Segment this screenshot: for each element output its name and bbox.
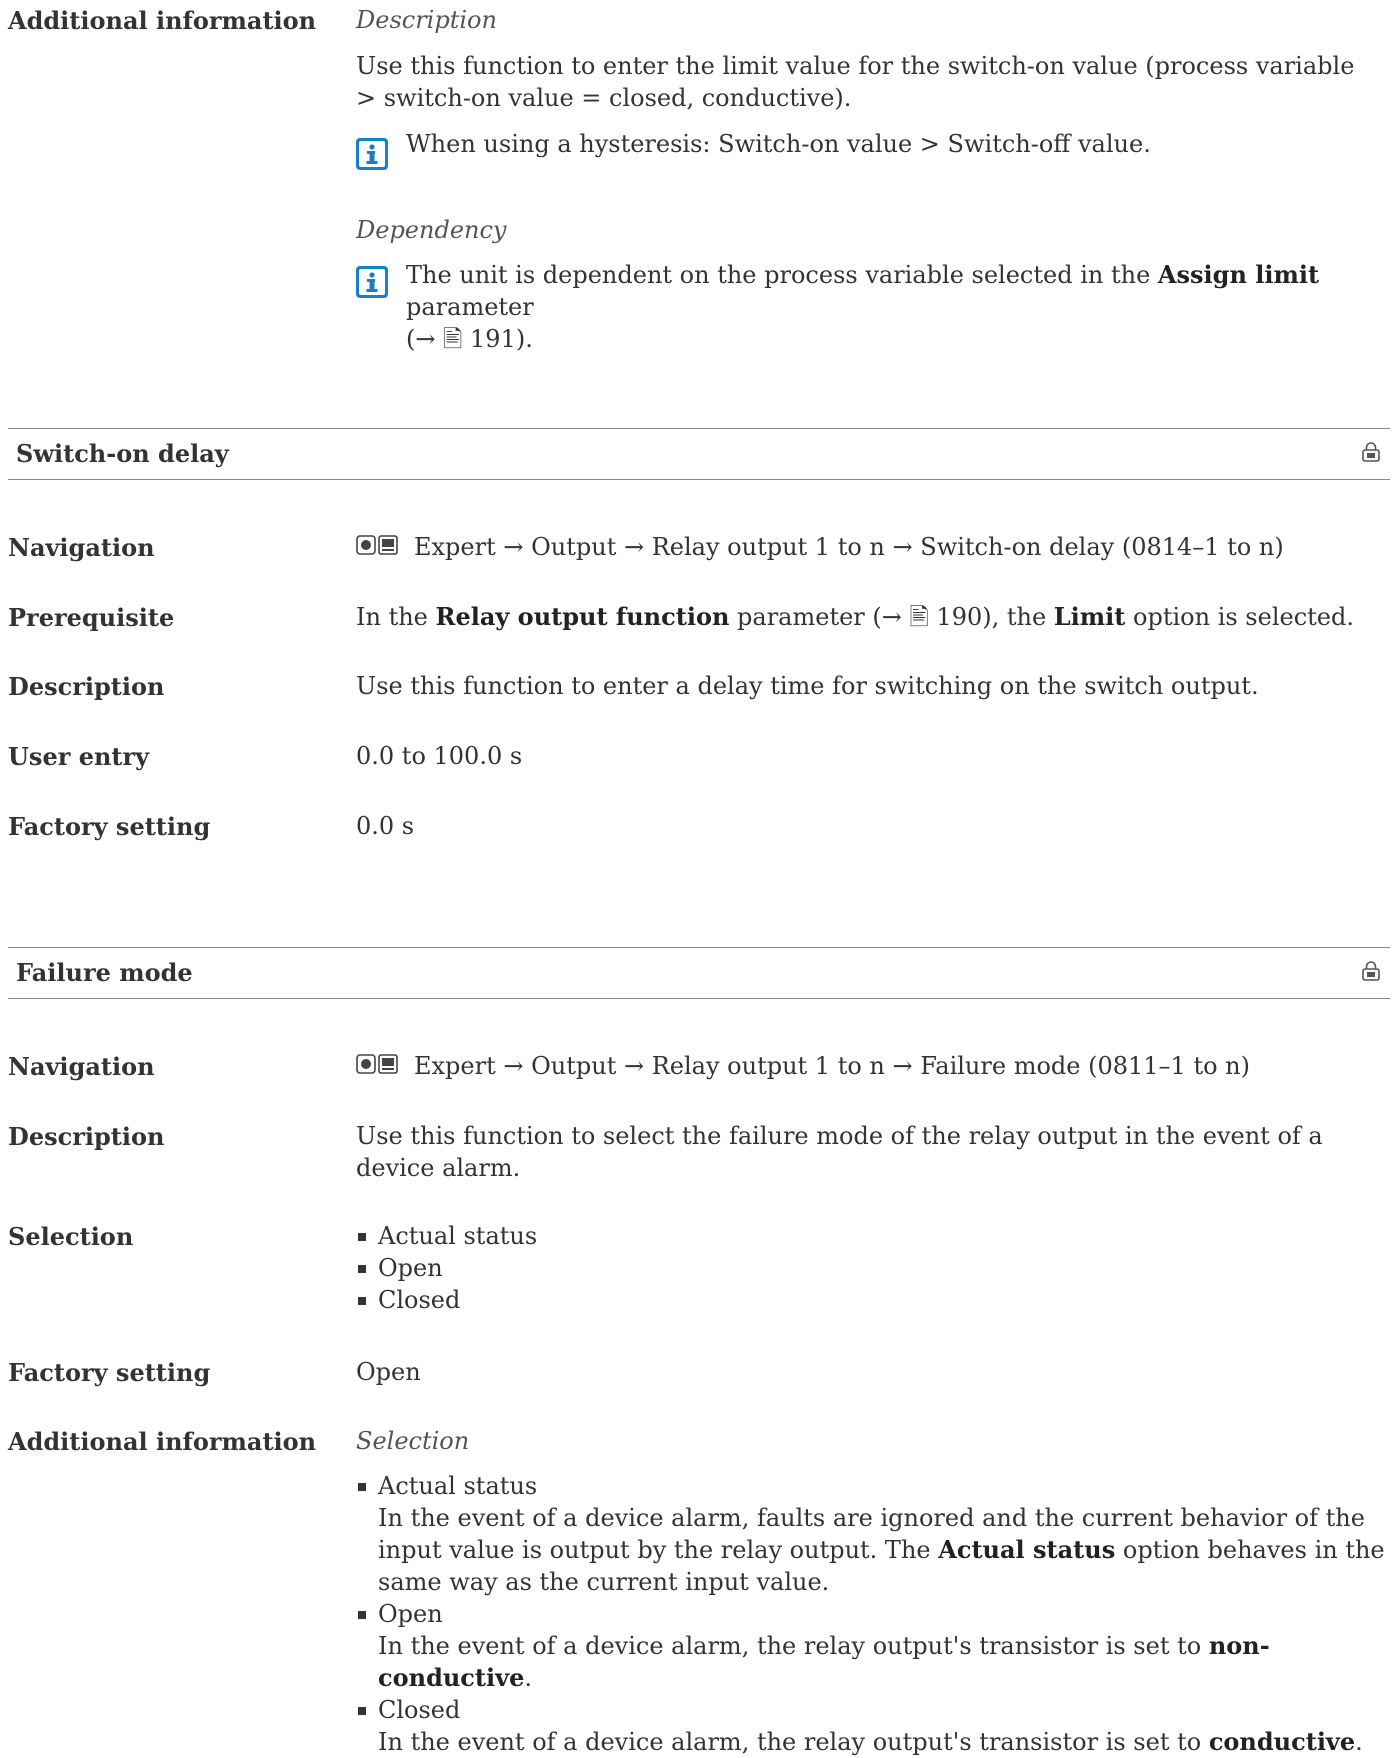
description-heading: Description	[356, 6, 497, 34]
dependency-heading: Dependency	[356, 216, 507, 244]
lock-icon	[1362, 442, 1380, 462]
prerequisite-text: In the Relay output function parameter (…	[356, 602, 1354, 631]
list-item: Actual status In the event of a device a…	[356, 1470, 1386, 1598]
list-item: Open	[356, 1252, 537, 1284]
prerequisite-label: Prerequisite	[8, 603, 175, 632]
factory-setting-label: Factory setting	[8, 812, 211, 841]
selection-detail-list: Actual status In the event of a device a…	[356, 1470, 1386, 1758]
navigation-label: Navigation	[8, 533, 155, 562]
description-value: Use this function to select the failure …	[356, 1122, 1323, 1182]
switch-on-delay-header: Switch-on delay	[8, 428, 1390, 480]
selection-heading: Selection	[356, 1427, 470, 1455]
factory-setting-label: Factory setting	[8, 1358, 211, 1387]
hysteresis-note: When using a hysteresis: Switch-on value…	[406, 130, 1151, 158]
navigation-path: Expert → Output → Relay output 1 to n → …	[356, 531, 1284, 565]
lock-icon	[1362, 961, 1380, 981]
operating-tool-icon	[356, 534, 398, 555]
info-icon	[356, 266, 388, 298]
navigation-label: Navigation	[8, 1052, 155, 1081]
operating-tool-icon	[356, 1053, 398, 1074]
user-entry-value: 0.0 to 100.0 s	[356, 742, 523, 770]
description-label: Description	[8, 1122, 165, 1151]
list-item: Open In the event of a device alarm, the…	[356, 1598, 1386, 1694]
list-item: Closed In the event of a device alarm, t…	[356, 1694, 1386, 1758]
list-item: Actual status	[356, 1220, 537, 1252]
assign-limit-param: Assign limit	[1157, 260, 1320, 289]
section-title: Failure mode	[16, 958, 193, 987]
additional-info-label: Additional information	[8, 1427, 317, 1456]
section-title: Switch-on delay	[16, 439, 229, 468]
factory-setting-value: Open	[356, 1358, 421, 1386]
list-item: Closed	[356, 1284, 537, 1316]
description-label: Description	[8, 672, 165, 701]
description-text: Use this function to enter the limit val…	[356, 52, 1355, 112]
unit-dependency-note: The unit is dependent on the process var…	[406, 260, 1320, 353]
factory-setting-value: 0.0 s	[356, 812, 415, 840]
failure-mode-header: Failure mode	[8, 947, 1390, 999]
info-icon	[356, 138, 388, 170]
selection-list: Actual status Open Closed	[356, 1220, 537, 1316]
page-reference-link[interactable]: (→ 🖹 191).	[406, 325, 533, 353]
selection-label: Selection	[8, 1222, 134, 1251]
navigation-path: Expert → Output → Relay output 1 to n → …	[356, 1050, 1250, 1084]
additional-info-label: Additional information	[8, 6, 317, 35]
description-value: Use this function to enter a delay time …	[356, 672, 1259, 700]
user-entry-label: User entry	[8, 742, 150, 771]
